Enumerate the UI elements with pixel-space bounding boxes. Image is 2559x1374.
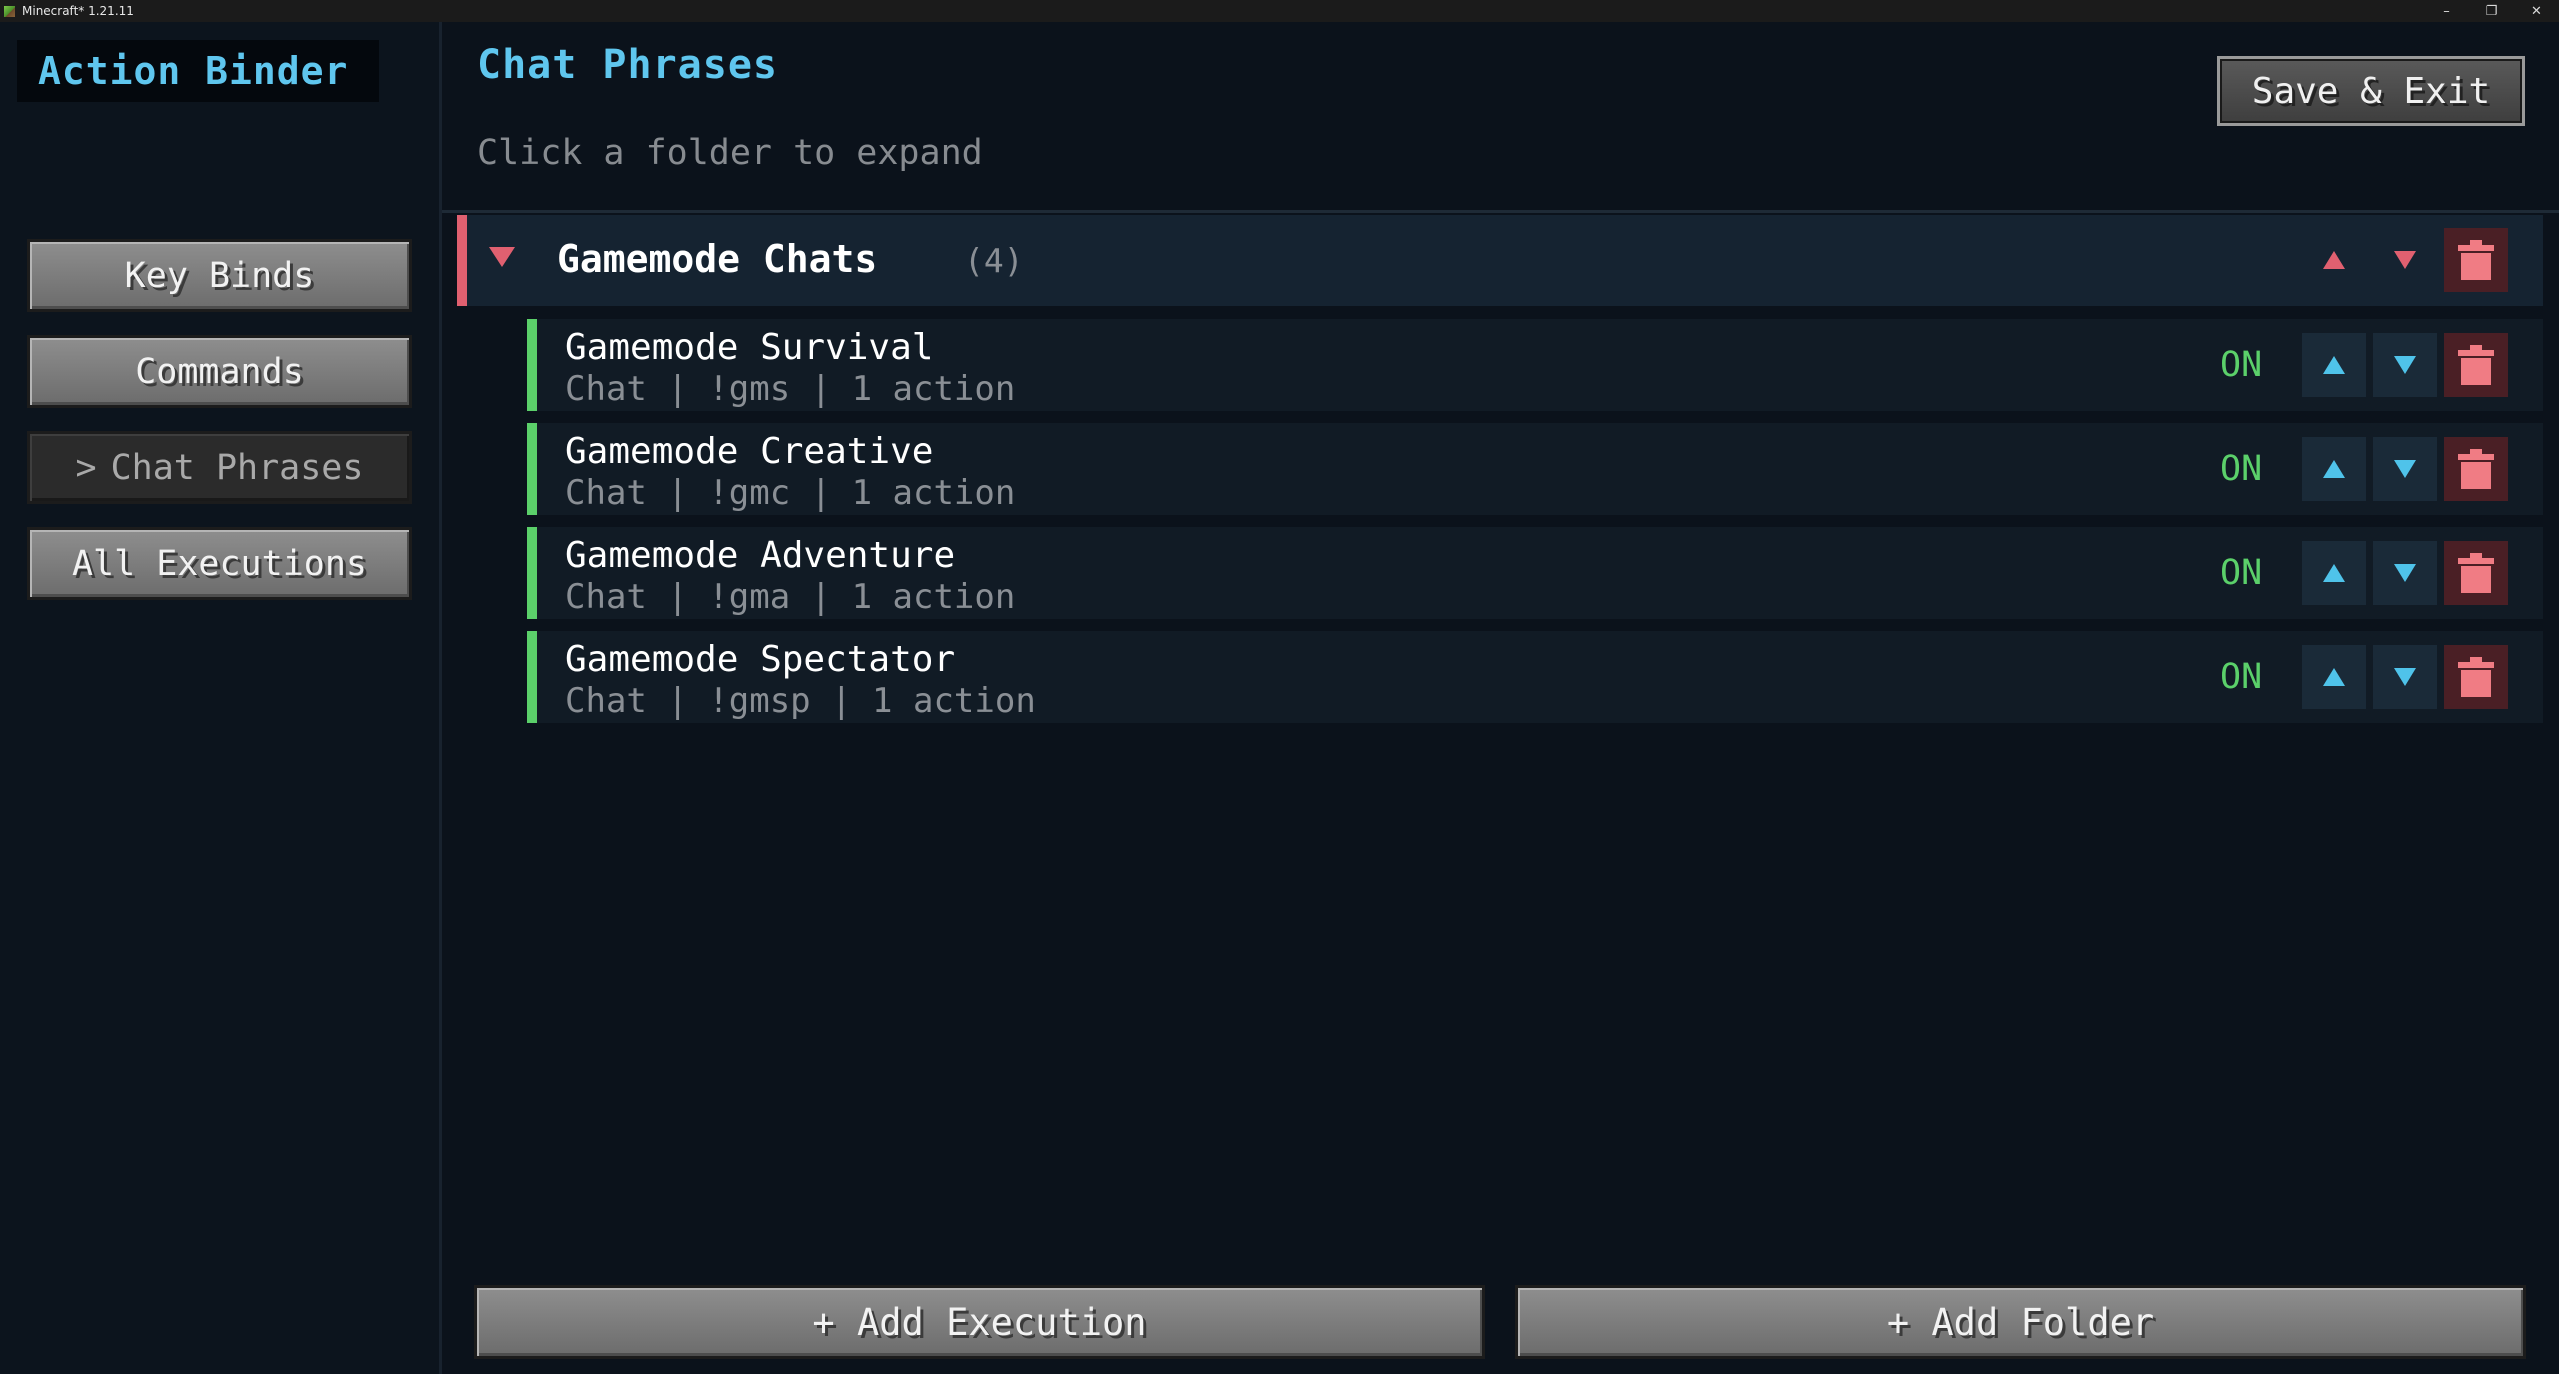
execution-name: Gamemode Spectator <box>565 639 956 680</box>
folder-row[interactable]: Gamemode Chats (4) <box>457 215 2543 306</box>
folder-delete-button[interactable] <box>2444 228 2508 292</box>
sidebar: Action Binder Key Binds Commands > Chat … <box>0 22 442 1374</box>
arrow-up-icon <box>2323 251 2345 269</box>
list-item[interactable]: Gamemode Survival Chat | !gms | 1 action… <box>527 319 2543 411</box>
sidebar-item-label: Key Binds <box>124 255 315 296</box>
arrow-up-icon <box>2323 564 2345 582</box>
page-subtitle: Click a folder to expand <box>477 133 983 173</box>
delete-button[interactable] <box>2444 541 2508 605</box>
execution-meta: Chat | !gma | 1 action <box>565 577 1016 617</box>
expand-arrow-icon[interactable] <box>487 245 517 269</box>
add-execution-button[interactable]: + Add Execution <box>474 1285 1485 1359</box>
trash-icon <box>2458 240 2494 280</box>
move-down-button[interactable] <box>2373 333 2437 397</box>
folder-name: Gamemode Chats <box>557 237 878 281</box>
trash-icon <box>2458 553 2494 593</box>
list-item[interactable]: Gamemode Creative Chat | !gmc | 1 action… <box>527 423 2543 515</box>
minecraft-app-icon <box>4 5 15 17</box>
list-item[interactable]: Gamemode Spectator Chat | !gmsp | 1 acti… <box>527 631 2543 723</box>
execution-meta: Chat | !gmsp | 1 action <box>565 681 1036 721</box>
arrow-up-icon <box>2323 356 2345 374</box>
move-up-button[interactable] <box>2302 645 2366 709</box>
execution-name: Gamemode Creative <box>565 431 934 472</box>
execution-name: Gamemode Adventure <box>565 535 956 576</box>
move-down-button[interactable] <box>2373 645 2437 709</box>
execution-status-toggle[interactable]: ON <box>2220 345 2262 385</box>
app-brand: Action Binder <box>17 40 379 102</box>
sidebar-item-label: All Executions <box>71 543 367 584</box>
arrow-down-icon <box>2394 460 2416 478</box>
execution-status-toggle[interactable]: ON <box>2220 657 2262 697</box>
arrow-up-icon <box>2323 460 2345 478</box>
list-item[interactable]: Gamemode Adventure Chat | !gma | 1 actio… <box>527 527 2543 619</box>
window-controls: – ❐ ✕ <box>2424 0 2559 22</box>
save-exit-button[interactable]: Save & Exit <box>2217 56 2525 126</box>
active-indicator-icon: > <box>75 447 97 488</box>
folder-color-bar <box>457 215 467 306</box>
trash-icon <box>2458 449 2494 489</box>
sidebar-item-commands[interactable]: Commands <box>27 335 412 408</box>
move-up-button[interactable] <box>2302 333 2366 397</box>
arrow-down-icon <box>2394 564 2416 582</box>
window-title-bar: Minecraft* 1.21.11 – ❐ ✕ <box>0 0 2559 22</box>
folder-move-up-button[interactable] <box>2302 228 2366 292</box>
delete-button[interactable] <box>2444 645 2508 709</box>
page-title: Chat Phrases <box>477 42 778 88</box>
item-color-bar <box>527 631 537 723</box>
execution-status-toggle[interactable]: ON <box>2220 449 2262 489</box>
move-down-button[interactable] <box>2373 541 2437 605</box>
window-title: Minecraft* 1.21.11 <box>22 4 134 18</box>
item-color-bar <box>527 423 537 515</box>
add-folder-button[interactable]: + Add Folder <box>1515 1285 2526 1359</box>
move-down-button[interactable] <box>2373 437 2437 501</box>
trash-icon <box>2458 345 2494 385</box>
item-color-bar <box>527 527 537 619</box>
delete-button[interactable] <box>2444 437 2508 501</box>
arrow-up-icon <box>2323 668 2345 686</box>
execution-meta: Chat | !gms | 1 action <box>565 369 1016 409</box>
arrow-down-icon <box>2394 668 2416 686</box>
execution-meta: Chat | !gmc | 1 action <box>565 473 1016 513</box>
execution-name: Gamemode Survival <box>565 327 934 368</box>
sidebar-item-label: Chat Phrases <box>110 447 364 488</box>
sidebar-item-key-binds[interactable]: Key Binds <box>27 239 412 312</box>
folder-count: (4) <box>964 241 1024 280</box>
folder-move-down-button[interactable] <box>2373 228 2437 292</box>
item-color-bar <box>527 319 537 411</box>
sidebar-item-label: Commands <box>135 351 304 392</box>
minimize-icon[interactable]: – <box>2424 0 2469 22</box>
restore-icon[interactable]: ❐ <box>2469 0 2514 22</box>
arrow-down-icon <box>2394 251 2416 269</box>
close-icon[interactable]: ✕ <box>2514 0 2559 22</box>
arrow-down-icon <box>2394 356 2416 374</box>
move-up-button[interactable] <box>2302 541 2366 605</box>
sidebar-item-chat-phrases[interactable]: > Chat Phrases <box>27 431 412 504</box>
delete-button[interactable] <box>2444 333 2508 397</box>
move-up-button[interactable] <box>2302 437 2366 501</box>
sidebar-item-all-executions[interactable]: All Executions <box>27 527 412 600</box>
execution-status-toggle[interactable]: ON <box>2220 553 2262 593</box>
trash-icon <box>2458 657 2494 697</box>
